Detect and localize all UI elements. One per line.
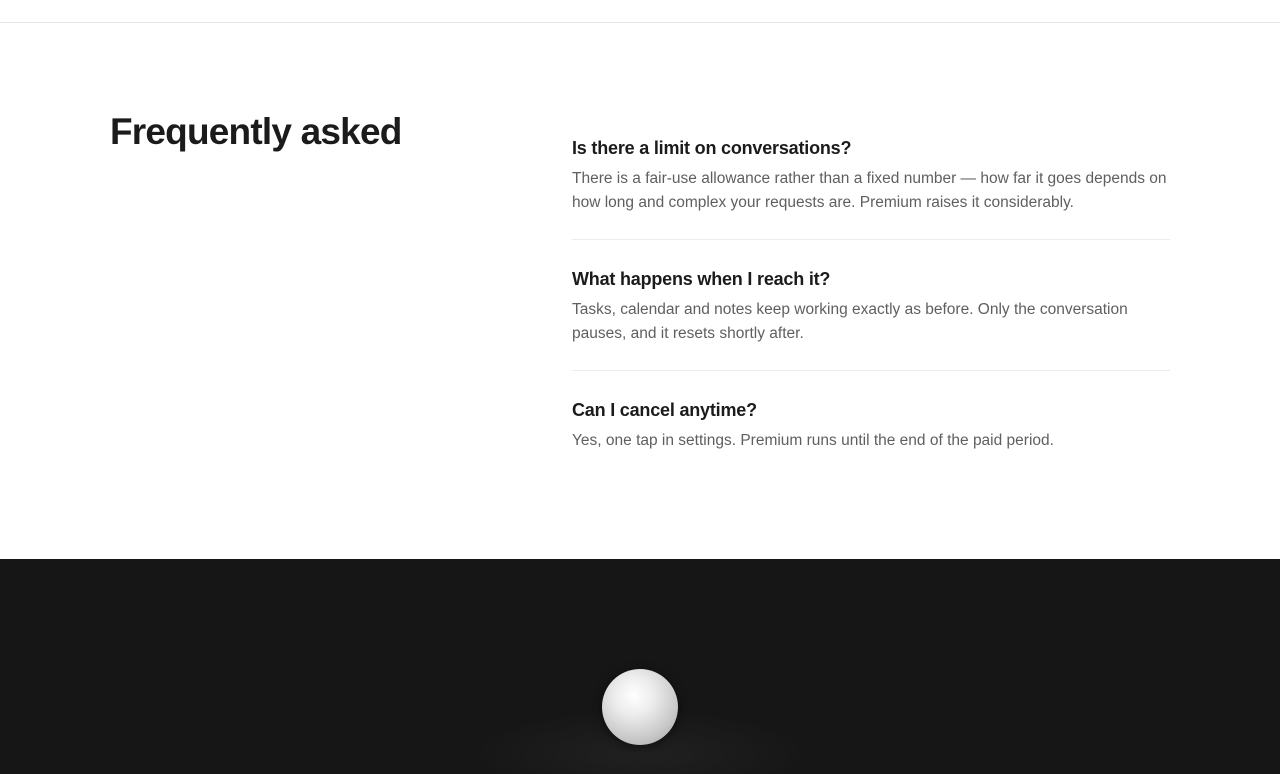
- faq-section: Frequently asked Is there a limit on con…: [0, 23, 1280, 559]
- faq-question: Can I cancel anytime?: [572, 400, 757, 420]
- faq-title: Frequently asked: [110, 111, 402, 152]
- faq-item: Is there a limit on conversations? There…: [572, 133, 1170, 240]
- orb-icon: [602, 669, 678, 745]
- faq-answer: There is a fair-use allowance rather tha…: [572, 170, 1167, 211]
- footer-cta-section: [0, 559, 1280, 774]
- faq-item: Can I cancel anytime? Yes, one tap in se…: [572, 395, 1170, 477]
- faq-answer: Yes, one tap in settings. Premium runs u…: [572, 432, 1054, 449]
- top-navigation-bar: [0, 0, 1280, 23]
- faq-question: Is there a limit on conversations?: [572, 138, 852, 158]
- faq-list: Is there a limit on conversations? There…: [572, 133, 1170, 477]
- faq-answer: Tasks, calendar and notes keep working e…: [572, 301, 1128, 342]
- faq-question: What happens when I reach it?: [572, 269, 831, 289]
- faq-item: What happens when I reach it? Tasks, cal…: [572, 264, 1170, 371]
